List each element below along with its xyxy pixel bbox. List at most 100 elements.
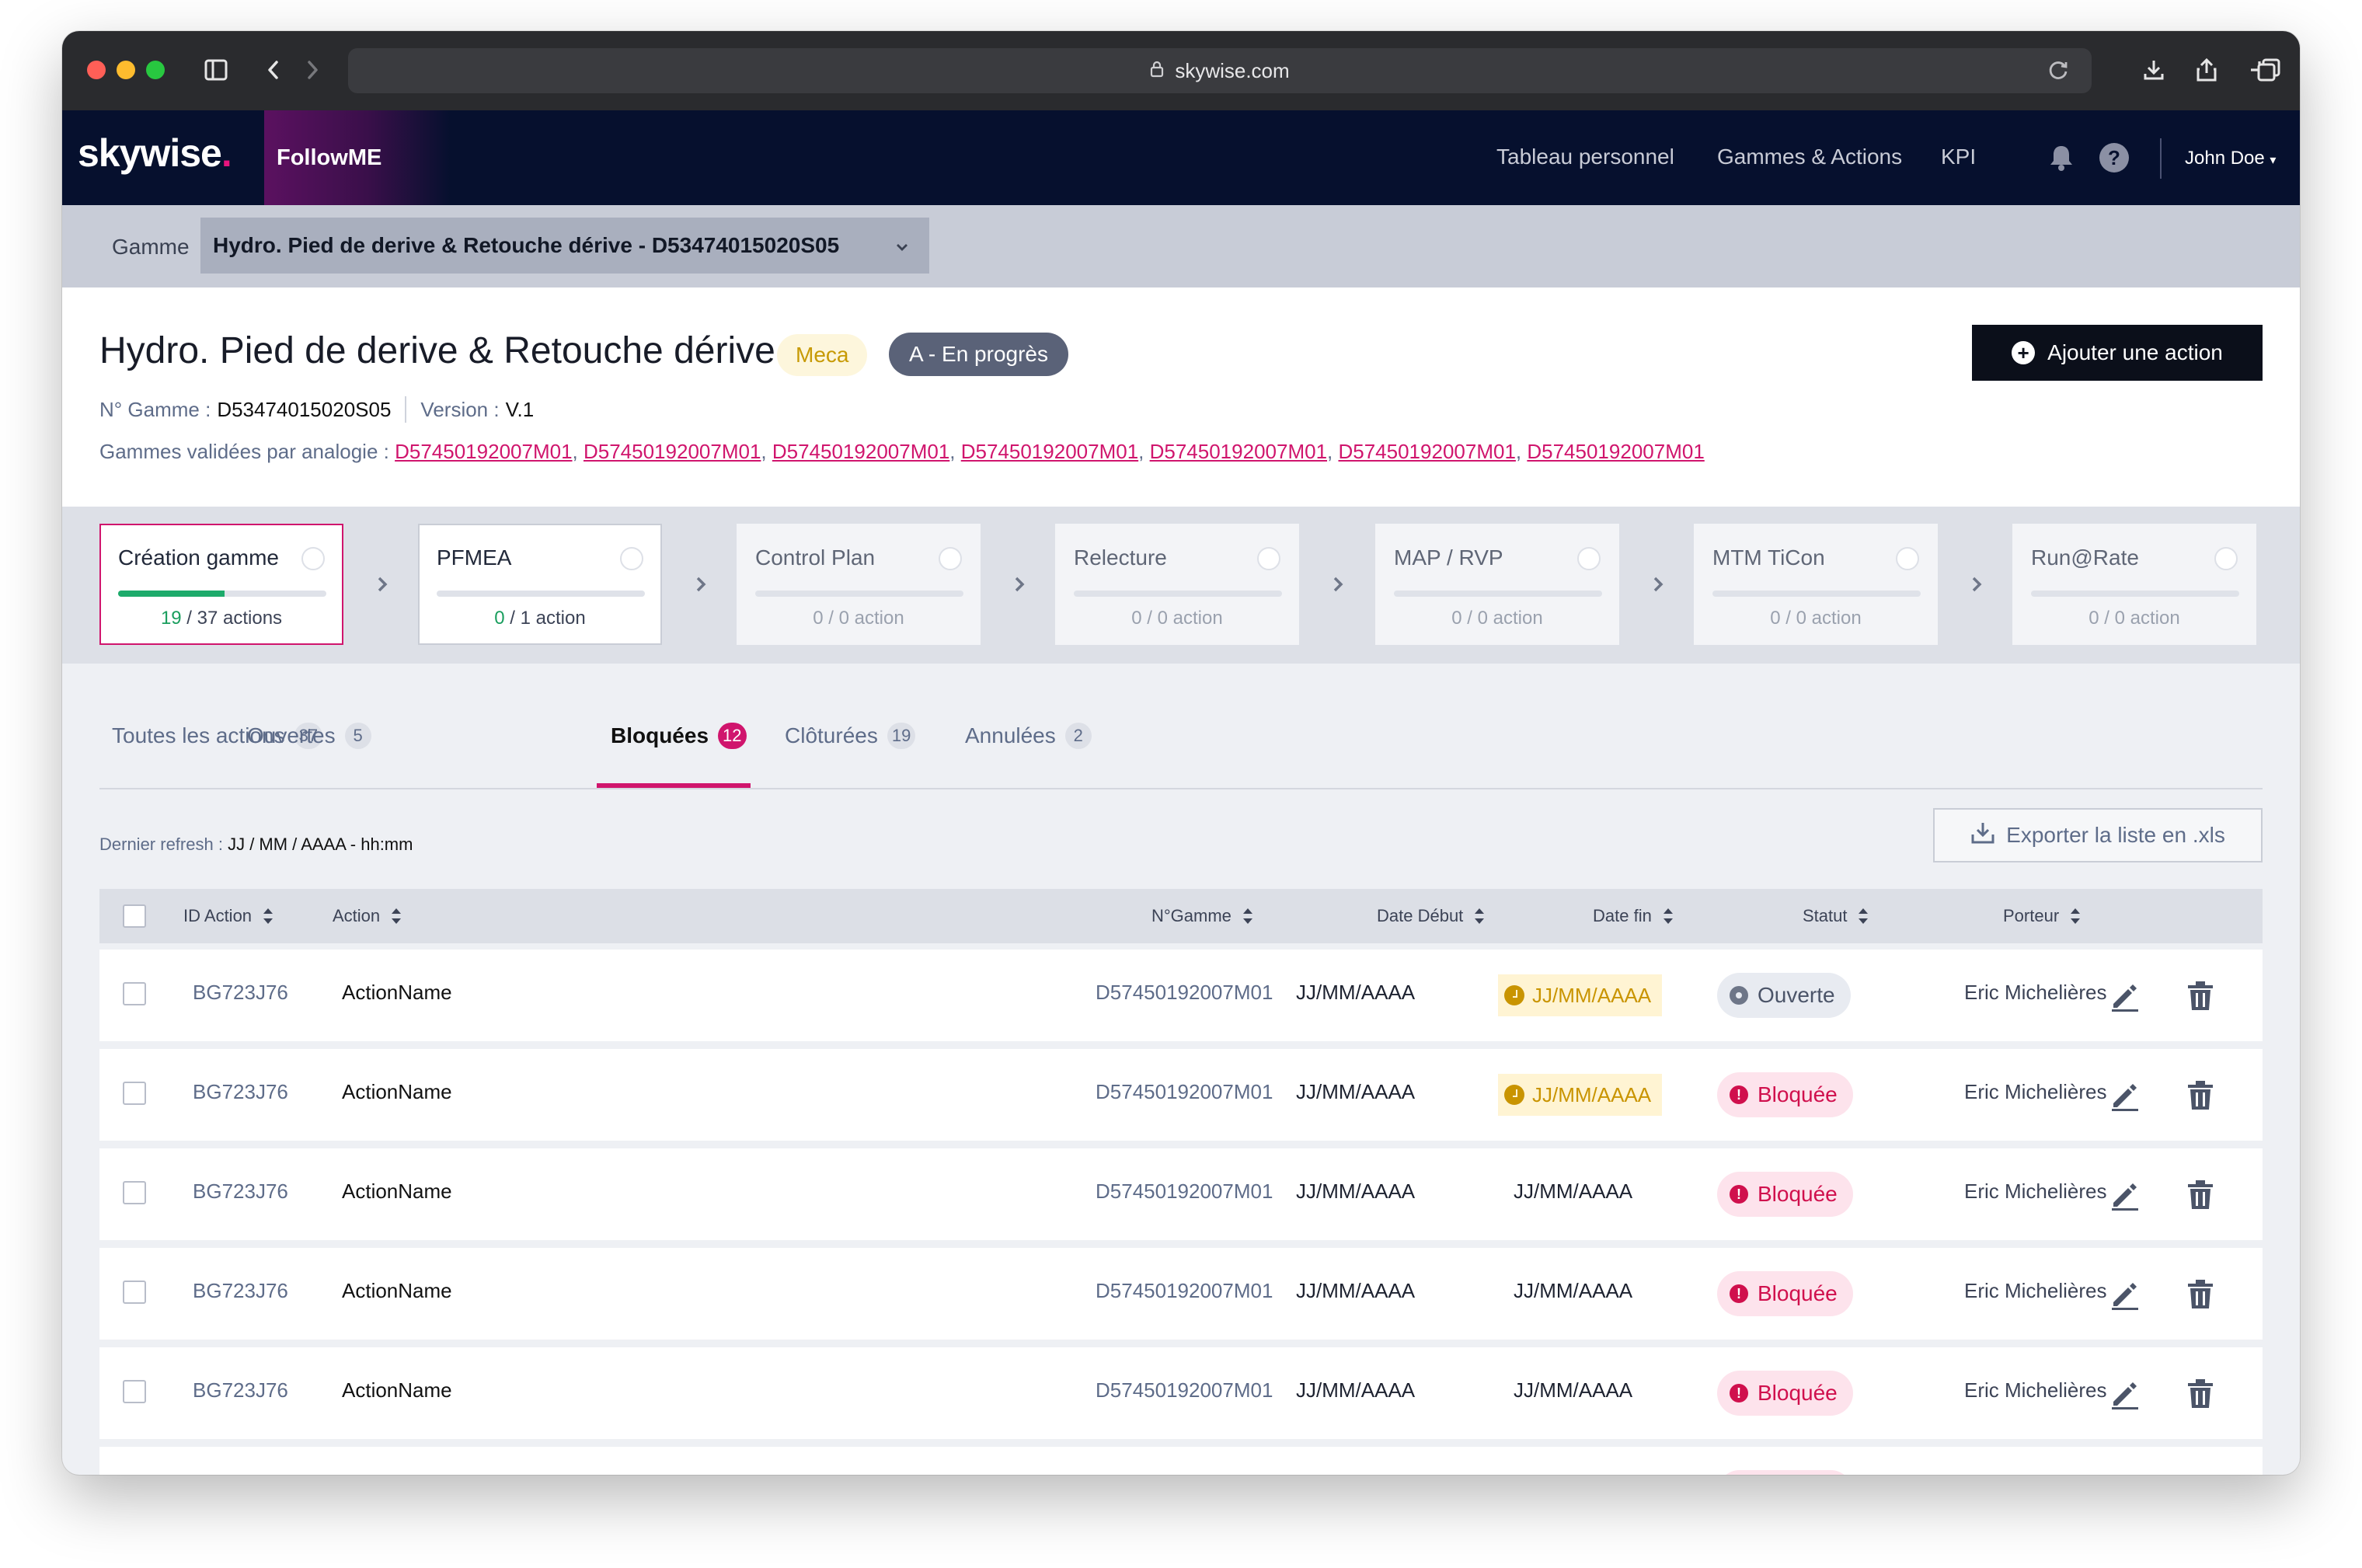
analogy-link[interactable]: D57450192007M01 — [1150, 440, 1327, 463]
table-row[interactable]: BG723J76ActionNameD57450192007M01JJ/MM/A… — [99, 1447, 2263, 1475]
action-id[interactable]: BG723J76 — [193, 1378, 288, 1402]
action-id[interactable]: BG723J76 — [193, 1179, 288, 1204]
analogy-link[interactable]: D57450192007M01 — [961, 440, 1138, 463]
step-done-count: 0 — [1131, 608, 1142, 629]
table-row[interactable]: BG723J76ActionNameD57450192007M01JJ/MM/A… — [99, 950, 2263, 1041]
trash-icon[interactable] — [2183, 1377, 2217, 1411]
step-progress-bar — [118, 591, 326, 597]
share-icon[interactable] — [2191, 54, 2222, 85]
clock-icon — [1504, 1085, 1524, 1105]
edit-icon[interactable] — [2107, 1277, 2141, 1312]
row-checkbox[interactable] — [123, 1082, 146, 1105]
edit-icon[interactable] — [2107, 979, 2141, 1013]
status-pill: Bloquée — [1717, 1072, 1853, 1117]
tab-blocked[interactable]: Bloquées 12 — [611, 723, 747, 749]
column-header-status[interactable]: Statut — [1803, 906, 1869, 926]
bell-icon[interactable] — [2047, 143, 2076, 172]
zoom-window-button[interactable] — [146, 61, 165, 79]
step-card[interactable]: MTM TiCon 0 / 0 action — [1694, 524, 1938, 645]
tab-open[interactable]: Ouvertes 5 — [247, 723, 371, 749]
step-count: 0 / 0 action — [2014, 608, 2255, 629]
export-xls-button[interactable]: Exporter la liste en .xls — [1933, 808, 2263, 862]
tab-overview-icon[interactable] — [2253, 54, 2284, 85]
step-card[interactable]: Control Plan 0 / 0 action — [737, 524, 981, 645]
analogy-label: Gammes validées par analogie : — [99, 440, 389, 463]
analogy-link[interactable]: D57450192007M01 — [584, 440, 761, 463]
start-date: JJ/MM/AAAA — [1296, 1080, 1416, 1103]
start-date: JJ/MM/AAAA — [1296, 1378, 1416, 1402]
table-row[interactable]: BG723J76ActionNameD57450192007M01JJ/MM/A… — [99, 1248, 2263, 1340]
help-icon[interactable]: ? — [2099, 143, 2129, 172]
action-id[interactable]: BG723J76 — [193, 1080, 288, 1104]
step-done-count: 19 — [160, 608, 182, 629]
trash-icon[interactable] — [2183, 1277, 2217, 1312]
add-action-button[interactable]: + Ajouter une action — [1972, 325, 2263, 381]
row-checkbox[interactable] — [123, 1380, 146, 1403]
row-checkbox[interactable] — [123, 1281, 146, 1304]
step-total-count: / 1 action — [504, 608, 586, 629]
table-row[interactable]: BG723J76ActionNameD57450192007M01JJ/MM/A… — [99, 1347, 2263, 1439]
start-date: JJ/MM/AAAA — [1296, 1179, 1416, 1203]
edit-icon[interactable] — [2107, 1377, 2141, 1411]
product-name[interactable]: FollowME — [264, 110, 451, 205]
sidebar-toggle-icon[interactable] — [200, 54, 232, 85]
plus-circle-icon: + — [2012, 341, 2036, 364]
back-icon[interactable] — [258, 54, 289, 85]
step-card[interactable]: Création gamme 19 / 37 actions — [99, 524, 343, 645]
forward-icon[interactable] — [297, 54, 328, 85]
table-row[interactable]: BG723J76ActionNameD57450192007M01JJ/MM/A… — [99, 1148, 2263, 1240]
page-title: Hydro. Pied de derive & Retouche dérive — [99, 330, 775, 371]
tab-count-badge: 5 — [344, 723, 371, 749]
edit-icon[interactable] — [2107, 1178, 2141, 1212]
tab-closed[interactable]: Clôturées 19 — [785, 723, 916, 749]
user-name: John Doe — [2185, 148, 2265, 169]
column-header-action[interactable]: Action — [333, 906, 402, 926]
tab-cancelled[interactable]: Annulées 2 — [965, 723, 1092, 749]
column-header-end-date[interactable]: Date fin — [1593, 906, 1674, 926]
step-name: Control Plan — [755, 545, 876, 570]
step-card[interactable]: Run@Rate 0 / 0 action — [2012, 524, 2256, 645]
close-window-button[interactable] — [87, 61, 106, 79]
edit-icon[interactable] — [2107, 1078, 2141, 1113]
analogy-link[interactable]: D57450192007M01 — [1527, 440, 1704, 463]
status-label: Bloquée — [1758, 1182, 1838, 1206]
analogy-link[interactable]: D57450192007M01 — [395, 440, 572, 463]
analogy-link[interactable]: D57450192007M01 — [1338, 440, 1515, 463]
column-header-id[interactable]: ID Action — [183, 906, 273, 926]
step-name: Run@Rate — [2031, 545, 2139, 570]
action-id[interactable]: BG723J76 — [193, 981, 288, 1005]
trash-icon[interactable] — [2183, 979, 2217, 1013]
reload-icon[interactable] — [2047, 58, 2070, 87]
clock-icon — [1504, 985, 1524, 1005]
nav-link-gammes-actions[interactable]: Gammes & Actions — [1717, 145, 1902, 169]
end-date: JJ/MM/AAAA — [1532, 1082, 1652, 1106]
row-checkbox[interactable] — [123, 982, 146, 1005]
action-id[interactable]: BG723J76 — [193, 1279, 288, 1303]
step-card[interactable]: PFMEA 0 / 1 action — [418, 524, 662, 645]
trash-icon[interactable] — [2183, 1078, 2217, 1113]
refresh-label: Dernier refresh : — [99, 835, 223, 854]
row-checkbox[interactable] — [123, 1181, 146, 1204]
meta-separator — [405, 396, 407, 423]
user-menu[interactable]: John Doe ▾ — [2185, 148, 2276, 169]
column-header-owner[interactable]: Porteur — [2003, 906, 2081, 926]
address-bar[interactable]: skywise.com — [348, 48, 2092, 93]
status-badge: A - En progrès — [889, 333, 1068, 376]
column-header-gamme[interactable]: N°Gamme — [1151, 906, 1253, 926]
minimize-window-button[interactable] — [117, 61, 135, 79]
nav-link-kpi[interactable]: KPI — [1941, 145, 1976, 169]
step-card[interactable]: Relecture 0 / 0 action — [1055, 524, 1299, 645]
column-header-start-date[interactable]: Date Début — [1377, 906, 1485, 926]
table-row[interactable]: BG723J76ActionNameD57450192007M01JJ/MM/A… — [99, 1049, 2263, 1141]
column-label: Date Début — [1377, 906, 1464, 925]
analogy-link[interactable]: D57450192007M01 — [772, 440, 949, 463]
nav-link-tableau-personnel[interactable]: Tableau personnel — [1496, 145, 1674, 169]
trash-icon[interactable] — [2183, 1178, 2217, 1212]
step-done-count: 0 — [813, 608, 824, 629]
download-icon[interactable] — [2138, 54, 2169, 85]
skywise-logo[interactable]: skywise. — [78, 131, 232, 176]
action-gamme: D57450192007M01 — [1096, 1179, 1273, 1203]
gamme-select[interactable]: Hydro. Pied de derive & Retouche dérive … — [200, 218, 929, 274]
select-all-checkbox[interactable] — [123, 904, 146, 928]
step-card[interactable]: MAP / RVP 0 / 0 action — [1375, 524, 1619, 645]
